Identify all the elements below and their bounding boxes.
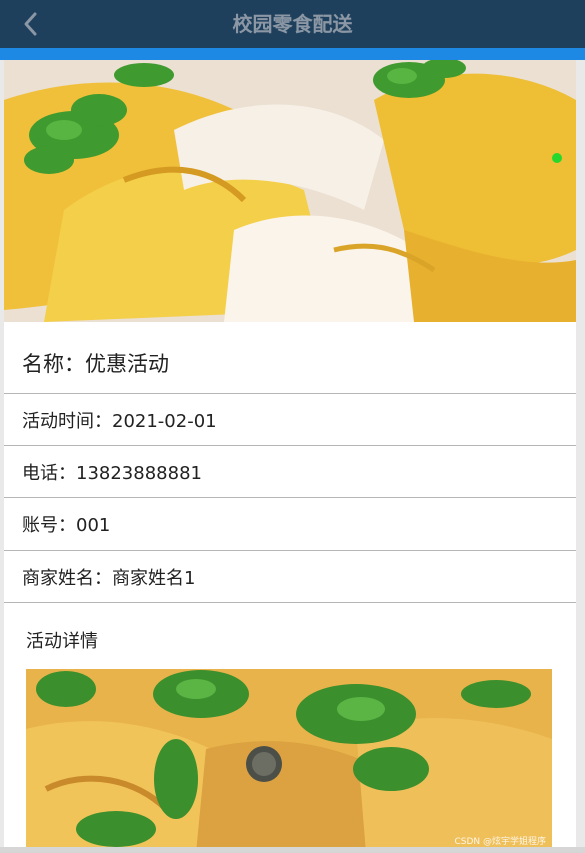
merchant-row: 商家姓名：商家姓名1 — [4, 551, 576, 603]
chicken-photo — [4, 60, 576, 322]
details-image: CSDN @炫宇学姐程序 — [26, 669, 552, 853]
details-heading: 活动详情 — [26, 631, 98, 652]
carousel-dot[interactable] — [552, 153, 562, 163]
banner-image[interactable] — [4, 60, 576, 322]
app-header: 校园零食配送 — [0, 0, 585, 48]
merchant-name: 商家姓名：商家姓名1 — [22, 568, 196, 589]
page-title: 校园零食配送 — [232, 12, 353, 36]
dish-photo — [26, 669, 552, 853]
activity-account: 账号：001 — [22, 515, 111, 536]
name-row: 名称：优惠活动 — [4, 332, 576, 394]
activity-name: 名称：优惠活动 — [22, 352, 169, 376]
accent-bar — [0, 48, 585, 60]
time-row: 活动时间：2021-02-01 — [4, 394, 576, 446]
watermark-text: CSDN @炫宇学姐程序 — [454, 837, 546, 847]
activity-time: 活动时间：2021-02-01 — [22, 411, 217, 432]
bottom-strip — [0, 847, 585, 853]
activity-card: 名称：优惠活动 活动时间：2021-02-01 电话：13823888881 账… — [4, 322, 576, 853]
account-row: 账号：001 — [4, 498, 576, 551]
activity-phone: 电话：13823888881 — [22, 463, 202, 484]
phone-row: 电话：13823888881 — [4, 446, 576, 498]
